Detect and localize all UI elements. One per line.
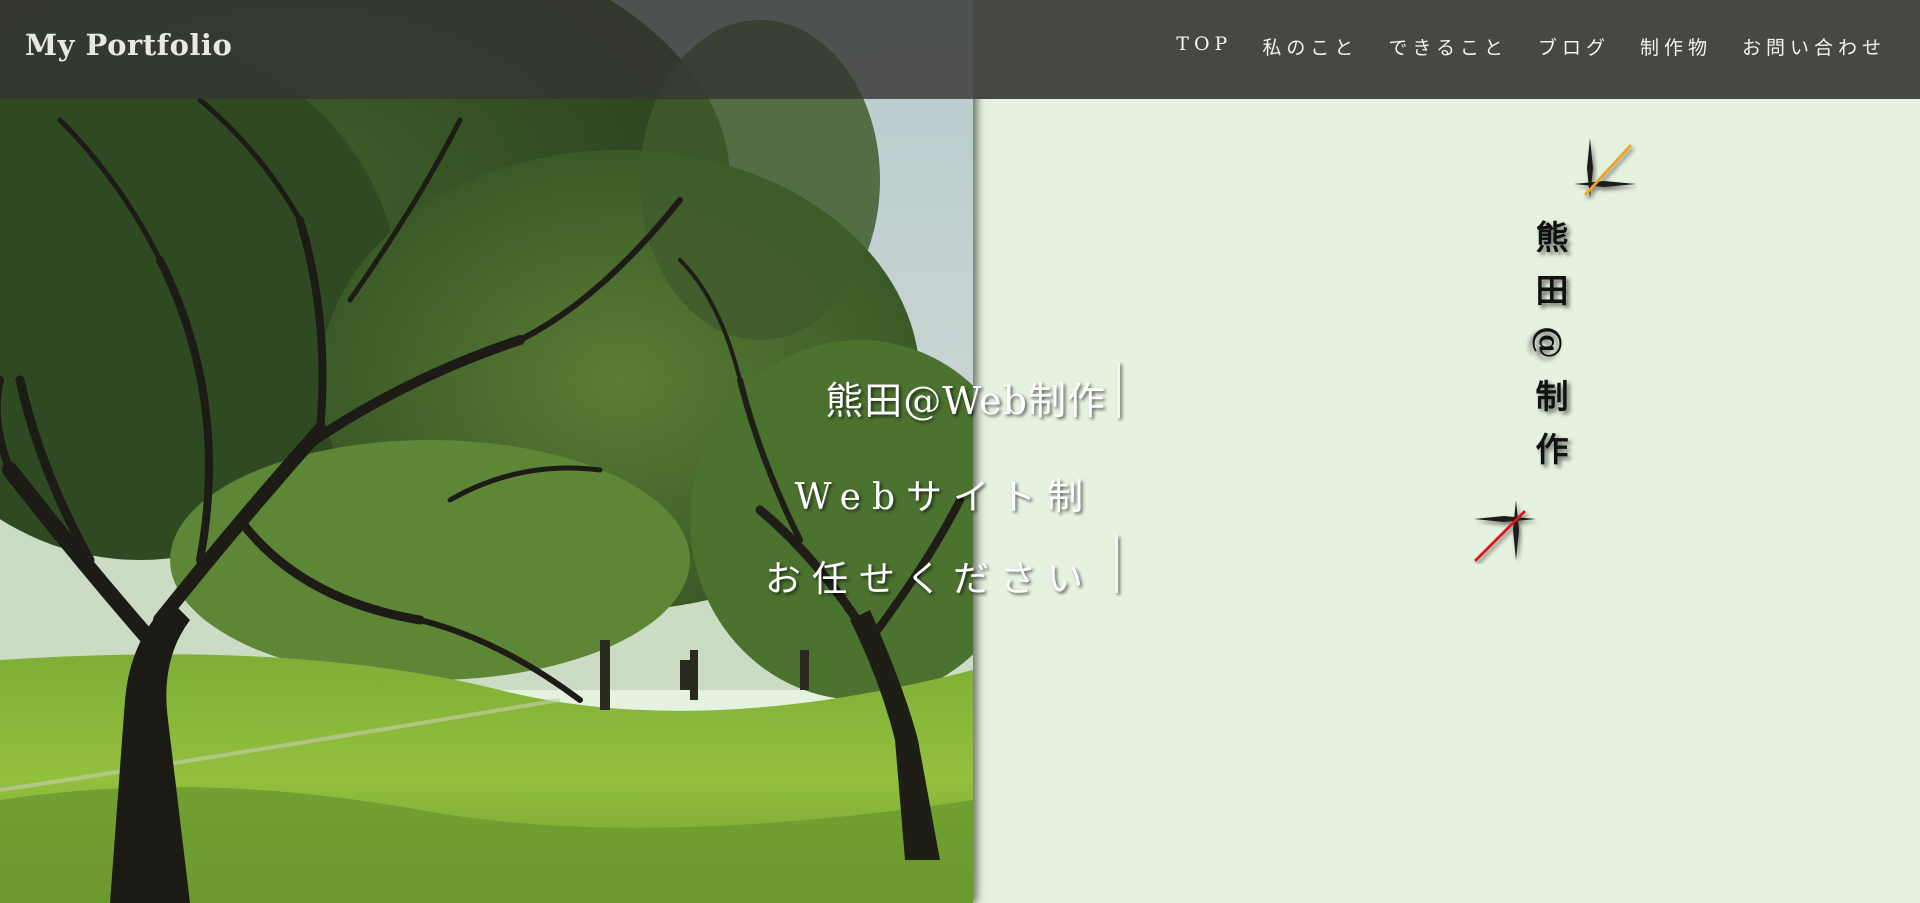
nav-item-blog[interactable]: ブログ <box>1538 33 1610 60</box>
main-nav: TOP 私のこと できること ブログ 制作物 お問い合わせ <box>1146 33 1886 60</box>
nav-item-top[interactable]: TOP <box>1176 33 1232 60</box>
red-slash-cross-icon <box>1474 500 1536 562</box>
nav-item-contact[interactable]: お問い合わせ <box>1742 33 1886 60</box>
right-background <box>973 0 1920 903</box>
site-logo[interactable]: My Portfolio <box>25 28 232 62</box>
nav-item-skills[interactable]: できること <box>1388 33 1508 60</box>
vertical-title: 熊田@制作 <box>1530 220 1569 485</box>
orange-slash-cross-icon <box>1574 138 1636 198</box>
site-header: My Portfolio TOP 私のこと できること ブログ 制作物 お問い合… <box>0 0 1920 99</box>
nav-item-about[interactable]: 私のこと <box>1262 33 1358 60</box>
nav-item-works[interactable]: 制作物 <box>1640 33 1712 60</box>
hero-photo <box>0 0 973 903</box>
